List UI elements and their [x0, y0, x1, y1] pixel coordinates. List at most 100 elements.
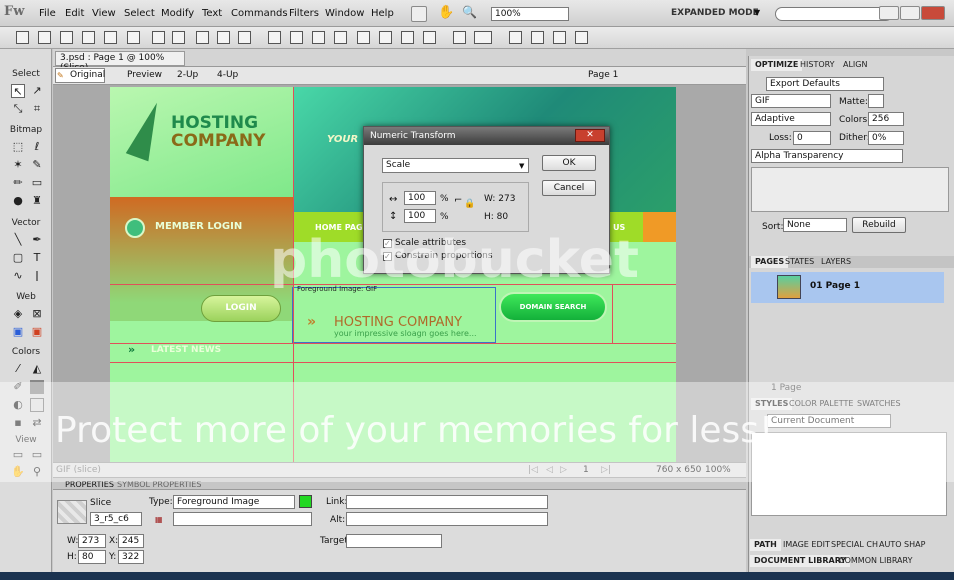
height-percent-input[interactable]: 100: [404, 209, 436, 223]
width-input[interactable]: 273: [78, 534, 106, 548]
group-icon[interactable]: [268, 31, 281, 44]
document-tab[interactable]: 3.psd : Page 1 @ 100% (Slice): [55, 51, 185, 73]
slice-name-input[interactable]: 3_r5_c6: [90, 512, 142, 526]
width-percent-input[interactable]: 100: [404, 191, 436, 205]
eraser-tool-icon[interactable]: ▭: [30, 176, 44, 190]
dither-input[interactable]: 0%: [868, 131, 904, 145]
blur-tool-icon[interactable]: ●: [11, 194, 25, 208]
menu-select[interactable]: Select: [124, 8, 155, 19]
flip-horizontal-icon[interactable]: [553, 31, 566, 44]
alt-input[interactable]: [346, 512, 548, 526]
type-option-select[interactable]: [173, 512, 312, 526]
target-select[interactable]: [346, 534, 442, 548]
import-icon[interactable]: [82, 31, 95, 44]
align-menu-icon[interactable]: [474, 31, 492, 44]
tab-optimize[interactable]: OPTIMIZE: [751, 59, 803, 71]
rebuild-button[interactable]: Rebuild: [852, 217, 906, 233]
pen-tool-icon[interactable]: ✒: [30, 233, 44, 247]
paint-bucket-tool-icon[interactable]: ◭: [30, 362, 44, 376]
dialog-close-icon[interactable]: ✕: [575, 129, 605, 142]
tab-history[interactable]: HISTORY: [796, 59, 839, 71]
tab-align[interactable]: ALIGN: [839, 59, 871, 71]
view-preview[interactable]: Preview: [113, 70, 162, 80]
paste-icon[interactable]: [238, 31, 251, 44]
loss-input[interactable]: 0: [793, 131, 831, 145]
freeform-tool-icon[interactable]: ∿: [11, 269, 25, 283]
rotate-left-icon[interactable]: [509, 31, 522, 44]
menu-window[interactable]: Window: [325, 8, 364, 19]
text-tool-icon[interactable]: T: [30, 251, 44, 265]
export-icon[interactable]: [104, 31, 117, 44]
restore-button[interactable]: [900, 6, 920, 20]
subselect-tool-icon[interactable]: ↗: [30, 84, 44, 98]
menu-file[interactable]: File: [39, 8, 56, 19]
view-4up[interactable]: 4-Up: [203, 70, 238, 80]
save-icon[interactable]: [38, 31, 51, 44]
menu-commands[interactable]: Commands: [231, 8, 288, 19]
x-input[interactable]: 245: [118, 534, 144, 548]
search-input[interactable]: [775, 7, 893, 21]
hide-slices-icon[interactable]: ▣: [11, 325, 25, 339]
tab-special-characters[interactable]: SPECIAL CH: [827, 539, 882, 551]
menu-modify[interactable]: Modify: [161, 8, 194, 19]
eyedropper-tool-icon[interactable]: ⁄: [11, 362, 25, 376]
flip-vertical-icon[interactable]: [575, 31, 588, 44]
bring-forward-icon[interactable]: [379, 31, 392, 44]
open-icon[interactable]: [60, 31, 73, 44]
type-select[interactable]: Foreground Image: [173, 495, 295, 509]
line-tool-icon[interactable]: ╲: [11, 233, 25, 247]
layout-icon[interactable]: [411, 6, 427, 22]
format-select[interactable]: GIF: [751, 94, 831, 108]
split-icon[interactable]: [334, 31, 347, 44]
rotate-right-icon[interactable]: [531, 31, 544, 44]
rectangle-tool-icon[interactable]: ▢: [11, 251, 25, 265]
scale-tool-icon[interactable]: ⤡: [11, 102, 25, 116]
sort-select[interactable]: None: [783, 218, 847, 232]
pointer-tool-icon[interactable]: ↖: [11, 84, 25, 98]
hand-icon[interactable]: ✋: [438, 5, 454, 20]
tab-states[interactable]: STATES: [781, 256, 818, 268]
menu-help[interactable]: Help: [371, 8, 394, 19]
tab-layers[interactable]: LAYERS: [817, 256, 855, 268]
pencil-tool-icon[interactable]: ✏: [11, 176, 25, 190]
ok-button[interactable]: OK: [542, 155, 596, 171]
transparency-select[interactable]: Alpha Transparency: [751, 149, 903, 163]
redo-icon[interactable]: [172, 31, 185, 44]
show-slices-icon[interactable]: ▣: [30, 325, 44, 339]
cut-icon[interactable]: [196, 31, 209, 44]
send-back-icon[interactable]: [423, 31, 436, 44]
view-2up[interactable]: 2-Up: [163, 70, 198, 80]
print-icon[interactable]: [127, 31, 140, 44]
menu-text[interactable]: Text: [202, 8, 222, 19]
crop-tool-icon[interactable]: ⌗: [30, 102, 44, 116]
align-left-icon[interactable]: [453, 31, 466, 44]
color-table[interactable]: [751, 167, 949, 212]
menu-filters[interactable]: Filters: [289, 8, 319, 19]
copy-icon[interactable]: [217, 31, 230, 44]
chevron-down-icon[interactable]: ▼: [754, 8, 760, 17]
bring-front-icon[interactable]: [357, 31, 370, 44]
minimize-button[interactable]: [879, 6, 899, 20]
knife-tool-icon[interactable]: ǀ: [30, 269, 44, 283]
login-button[interactable]: LOGIN: [201, 295, 281, 322]
slice-tool-icon[interactable]: ⊠: [30, 307, 44, 321]
cancel-button[interactable]: Cancel: [542, 180, 596, 196]
marquee-tool-icon[interactable]: ⬚: [11, 140, 25, 154]
palette-select[interactable]: Adaptive: [751, 112, 831, 126]
magic-wand-tool-icon[interactable]: ✶: [11, 158, 25, 172]
ungroup-icon[interactable]: [290, 31, 303, 44]
y-input[interactable]: 322: [118, 550, 144, 564]
workspace-mode[interactable]: EXPANDED MODE: [671, 8, 759, 18]
domain-search-button[interactable]: DOMAIN SEARCH: [499, 292, 607, 322]
brush-tool-icon[interactable]: ✎: [30, 158, 44, 172]
slice-color-swatch[interactable]: [299, 495, 312, 508]
zoom-icon[interactable]: 🔍: [462, 5, 477, 19]
zoom-select[interactable]: 100%: [491, 7, 569, 21]
undo-icon[interactable]: [152, 31, 165, 44]
lasso-tool-icon[interactable]: ℓ: [30, 140, 44, 154]
join-icon[interactable]: [312, 31, 325, 44]
menu-edit[interactable]: Edit: [65, 8, 84, 19]
stamp-tool-icon[interactable]: ♜: [30, 194, 44, 208]
transform-mode-select[interactable]: Scale: [382, 158, 529, 173]
menu-view[interactable]: View: [92, 8, 116, 19]
